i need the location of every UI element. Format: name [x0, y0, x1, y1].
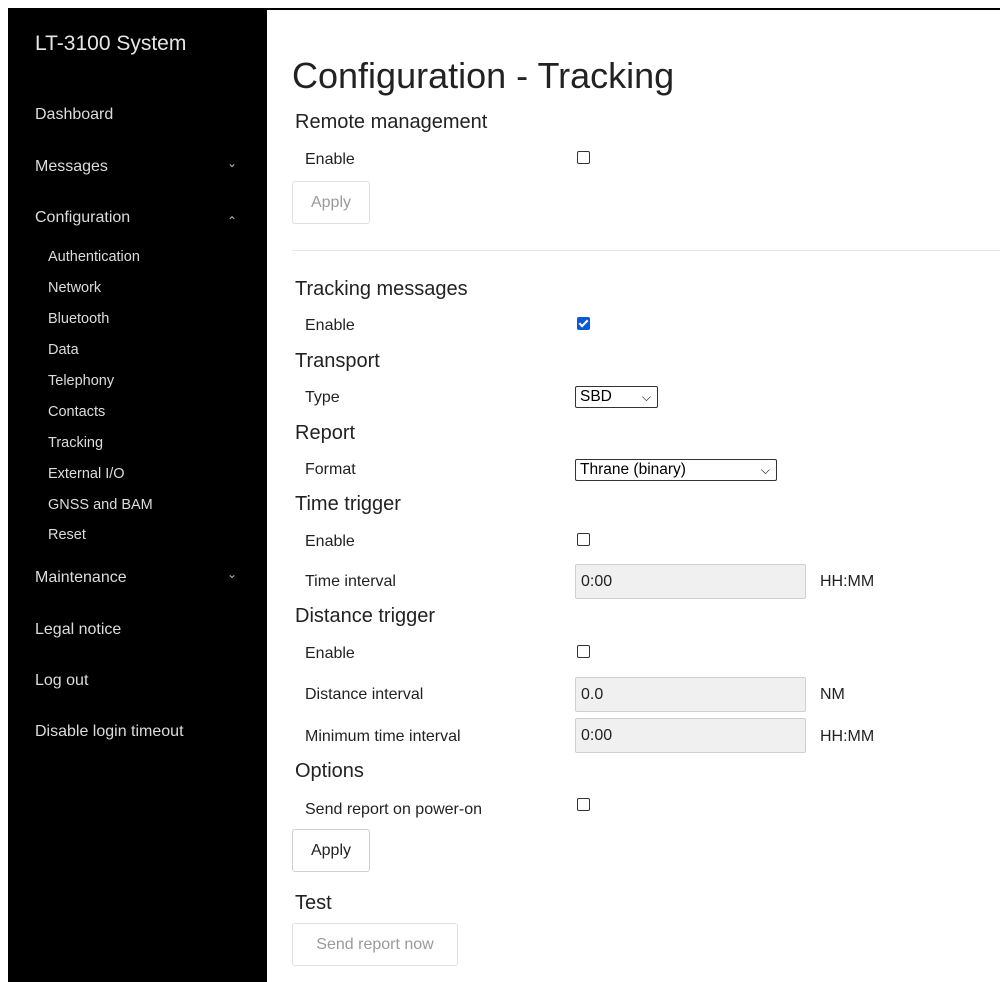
remote-apply-button[interactable]: Apply: [292, 181, 370, 224]
section-heading-tracking-messages: Tracking messages: [295, 278, 468, 300]
section-heading-test: Test: [295, 892, 332, 914]
sidebar-subitem-tracking[interactable]: Tracking: [48, 435, 103, 451]
sidebar-item-maintenance[interactable]: Maintenance: [35, 569, 127, 587]
minimum-time-interval-label: Minimum time interval: [305, 728, 461, 745]
transport-type-label: Type: [305, 389, 340, 406]
time-interval-label: Time interval: [305, 573, 396, 590]
sidebar-subitem-telephony[interactable]: Telephony: [48, 373, 114, 389]
chevron-up-icon[interactable]: ⌃: [227, 214, 237, 228]
sidebar-item-log-out[interactable]: Log out: [35, 672, 88, 690]
transport-type-value: SBD: [580, 388, 612, 405]
time-trigger-enable-label: Enable: [305, 533, 355, 550]
brand-title: LT-3100 System: [35, 32, 187, 55]
sidebar-subitem-authentication[interactable]: Authentication: [48, 249, 140, 265]
sidebar-subitem-bluetooth[interactable]: Bluetooth: [48, 311, 109, 327]
report-format-label: Format: [305, 461, 356, 478]
section-heading-distance-trigger: Distance trigger: [295, 605, 436, 627]
distance-trigger-enable-checkbox[interactable]: [577, 645, 590, 658]
remote-enable-checkbox[interactable]: [577, 151, 590, 164]
sidebar-item-legal-notice[interactable]: Legal notice: [35, 621, 121, 639]
sidebar-subitem-contacts[interactable]: Contacts: [48, 404, 105, 420]
section-heading-report: Report: [295, 422, 356, 444]
chevron-down-icon[interactable]: ⌄: [227, 156, 237, 170]
remote-enable-label: Enable: [305, 151, 355, 168]
sidebar-subitem-reset[interactable]: Reset: [48, 527, 86, 543]
minimum-time-interval-unit: HH:MM: [820, 728, 875, 745]
send-report-power-on-label: Send report on power-on: [305, 801, 482, 818]
distance-interval-input[interactable]: 0.0: [575, 677, 806, 712]
chevron-down-icon[interactable]: ⌄: [227, 567, 237, 581]
time-interval-input[interactable]: 0:00: [575, 564, 806, 599]
sidebar-item-configuration[interactable]: Configuration: [35, 209, 130, 227]
sidebar-subitem-data[interactable]: Data: [48, 342, 79, 358]
section-heading-options: Options: [295, 760, 364, 782]
sidebar: LT-3100 System Dashboard Messages ⌄ Conf…: [10, 10, 267, 982]
send-report-power-on-checkbox[interactable]: [577, 798, 590, 811]
sidebar-subitem-external-io[interactable]: External I/O: [48, 466, 125, 482]
chevron-down-icon: ⌵: [760, 463, 770, 477]
sidebar-subitem-gnss-bam[interactable]: GNSS and BAM: [48, 497, 153, 513]
time-trigger-enable-checkbox[interactable]: [577, 533, 590, 546]
tracking-enable-checkbox[interactable]: [577, 317, 590, 330]
report-format-value: Thrane (binary): [580, 461, 686, 478]
distance-interval-label: Distance interval: [305, 686, 424, 703]
section-heading-time-trigger: Time trigger: [295, 493, 401, 515]
sidebar-item-disable-login-timeout[interactable]: Disable login timeout: [35, 723, 184, 741]
sidebar-item-messages[interactable]: Messages: [35, 158, 108, 176]
distance-trigger-enable-label: Enable: [305, 645, 355, 662]
report-format-select[interactable]: Thrane (binary) ⌵: [575, 459, 777, 481]
distance-interval-unit: NM: [820, 686, 845, 703]
section-heading-remote-management: Remote management: [295, 111, 488, 133]
section-divider: [292, 250, 1000, 251]
sidebar-item-dashboard[interactable]: Dashboard: [35, 106, 113, 124]
section-heading-transport: Transport: [295, 350, 380, 372]
transport-type-select[interactable]: SBD ⌵: [575, 386, 658, 408]
send-report-now-button[interactable]: Send report now: [292, 923, 458, 966]
options-apply-button[interactable]: Apply: [292, 829, 370, 872]
tracking-enable-label: Enable: [305, 317, 355, 334]
page-title: Configuration - Tracking: [292, 55, 675, 96]
sidebar-subitem-network[interactable]: Network: [48, 280, 101, 296]
chevron-down-icon: ⌵: [641, 390, 651, 404]
minimum-time-interval-input[interactable]: 0:00: [575, 718, 806, 753]
time-interval-unit: HH:MM: [820, 573, 875, 590]
